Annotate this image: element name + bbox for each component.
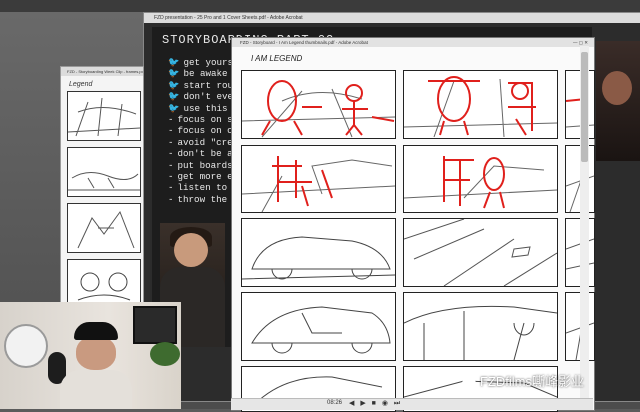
storyboard-panel <box>403 218 558 287</box>
dash-bullet: - <box>168 136 174 148</box>
dash-bullet: - <box>168 159 174 171</box>
tip-text: avoid "cre <box>177 136 233 148</box>
storyboard-thumb <box>67 147 141 197</box>
storyboard-window[interactable]: FZD - Storyboard - I Am Legend thumbnail… <box>231 37 595 412</box>
dash-bullet: - <box>168 193 174 205</box>
tip-text: don't be a <box>177 148 233 160</box>
twitter-icon: 🐦 <box>168 91 180 103</box>
twitter-icon: 🐦 <box>168 102 180 114</box>
vertical-scrollbar[interactable] <box>580 46 589 398</box>
storyboard-panel <box>403 292 558 361</box>
tip-text: put boards <box>177 159 233 171</box>
playback-bar: 08:26 ◀ ▶ ■ ◉ ⏭ <box>231 398 593 410</box>
top-bar <box>0 0 640 12</box>
side-video <box>596 41 640 161</box>
playback-time: 08:26 <box>327 400 343 406</box>
dash-bullet: - <box>168 148 174 160</box>
dash-bullet: - <box>168 182 174 194</box>
twitter-icon: 🐦 <box>168 79 180 91</box>
watermark-text: FZDfilms嘶峰影业 <box>480 374 584 389</box>
playback-controls[interactable]: ◀ ▶ ■ ◉ ⏭ <box>349 399 402 408</box>
storyboard-thumb <box>67 91 141 141</box>
tip-text: get more e <box>177 170 233 182</box>
dash-bullet: - <box>168 170 174 182</box>
window-titlebar[interactable]: FZD - Storyboard - I Am Legend thumbnail… <box>232 38 594 47</box>
scrollbar-thumb[interactable] <box>581 52 588 162</box>
wall-poster <box>133 306 177 344</box>
tip-text: focus on c <box>177 125 233 137</box>
watermark: FZDfilms嘶峰影业 <box>462 371 584 390</box>
page-title: I AM LEGEND <box>251 54 303 63</box>
streamer <box>60 322 132 409</box>
storyboard-thumb <box>67 203 141 253</box>
twitter-icon: 🐦 <box>168 57 180 68</box>
tip-text: focus on s <box>177 113 233 125</box>
webcam-overlay <box>0 302 181 409</box>
dash-bullet: - <box>168 125 174 137</box>
tip-text: listen to <box>177 182 228 194</box>
storyboard-panel <box>241 292 396 361</box>
twitter-icon: 🐦 <box>168 68 180 80</box>
window-titlebar[interactable]: FZD presentation - 25 Pro and 1 Cover Sh… <box>144 13 640 23</box>
window-title: FZD - Storyboard - I Am Legend thumbnail… <box>240 40 368 45</box>
tip-text: throw the <box>177 193 228 205</box>
wechat-icon <box>462 377 476 388</box>
ring-light <box>4 324 48 368</box>
storyboard-panel <box>403 70 558 139</box>
window-titlebar[interactable]: FZD - Storyboarding Week Clip - frames.p… <box>61 67 143 76</box>
storyboard-panel <box>241 218 396 287</box>
storyboard-panel <box>403 145 558 213</box>
plant <box>150 342 180 366</box>
storyboard-panel <box>241 70 396 139</box>
dash-bullet: - <box>168 113 174 125</box>
page-title: Legend <box>69 81 93 88</box>
storyboard-panel <box>241 145 396 213</box>
